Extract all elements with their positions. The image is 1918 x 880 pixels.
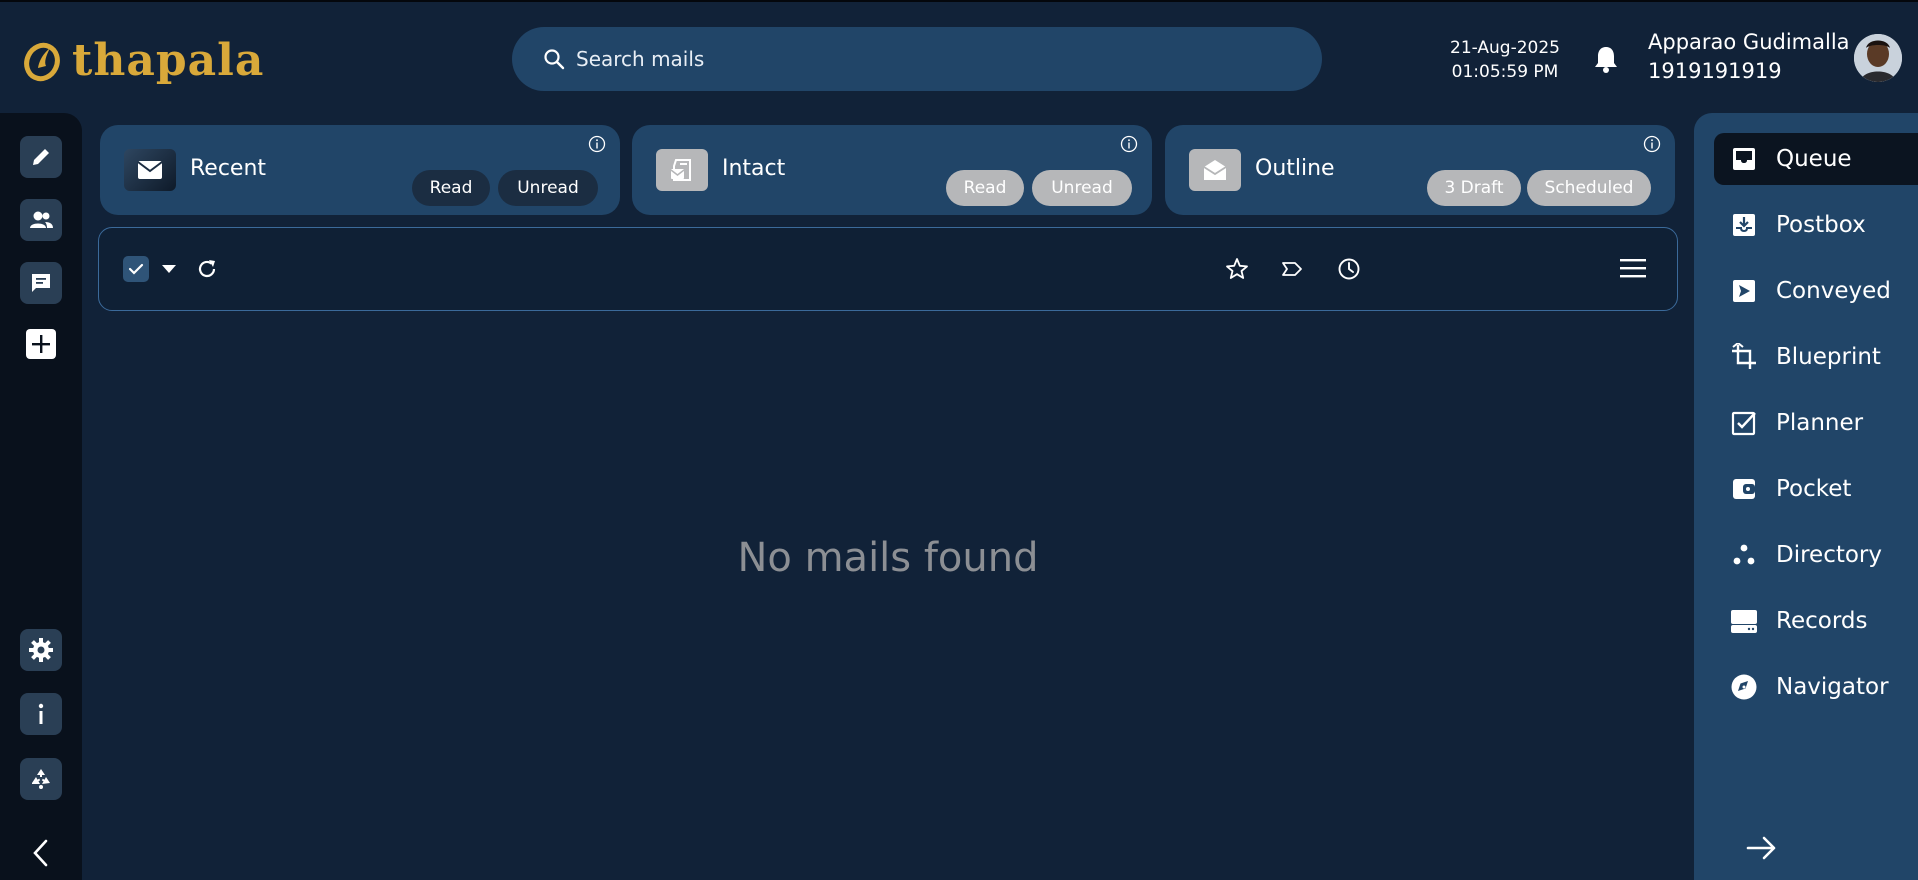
open-envelope-icon xyxy=(1203,160,1227,180)
menu-icon[interactable] xyxy=(1619,256,1647,280)
card-outline-icon-box xyxy=(1189,149,1241,191)
caret-down-icon[interactable] xyxy=(161,264,177,274)
mailbox-icon xyxy=(670,159,691,181)
compass-icon xyxy=(1731,674,1757,700)
send-icon xyxy=(1733,280,1755,302)
dots-icon xyxy=(1733,544,1755,565)
logo-text: thapala xyxy=(72,34,265,86)
drive-icon xyxy=(1731,610,1757,633)
label-icon[interactable] xyxy=(1279,256,1305,282)
outline-draft-pill[interactable]: 3 Draft xyxy=(1427,170,1521,206)
left-rail xyxy=(0,113,82,880)
user-name: Apparao Gudimalla xyxy=(1648,30,1850,54)
pencil-icon xyxy=(33,149,49,165)
top-border xyxy=(0,0,1918,2)
recycle-icon xyxy=(32,769,50,789)
search-icon xyxy=(544,49,565,70)
nav-label-pocket: Pocket xyxy=(1776,476,1852,502)
card-outline-title: Outline xyxy=(1255,156,1335,181)
card-recent-title: Recent xyxy=(190,156,267,181)
app-logo[interactable]: thapala xyxy=(20,34,264,86)
download-box-icon xyxy=(1733,214,1755,236)
nav-label-blueprint: Blueprint xyxy=(1776,344,1881,370)
intact-unread-pill[interactable]: Unread xyxy=(1032,170,1132,206)
avatar[interactable] xyxy=(1854,34,1902,82)
nav-label-navigator: Navigator xyxy=(1776,674,1889,700)
checkmark-icon xyxy=(128,263,144,275)
nav-label-postbox: Postbox xyxy=(1776,212,1866,238)
nav-label-directory: Directory xyxy=(1776,542,1883,568)
star-icon[interactable] xyxy=(1224,256,1250,282)
recent-unread-pill[interactable]: Unread xyxy=(498,170,598,206)
card-outline[interactable]: Outline 3 Draft Scheduled xyxy=(1165,125,1675,215)
logo-icon xyxy=(24,42,60,82)
checkbox-icon xyxy=(1731,411,1756,436)
nav-label-records: Records xyxy=(1776,608,1868,634)
current-date: 21-Aug-2025 xyxy=(1450,38,1560,58)
inbox-icon xyxy=(1733,148,1755,170)
arrow-right-icon[interactable] xyxy=(1744,832,1780,864)
nav-item-conveyed[interactable]: Conveyed xyxy=(1714,265,1918,317)
info-circle-icon[interactable] xyxy=(1120,135,1138,153)
envelope-icon xyxy=(137,161,163,179)
nav-item-directory[interactable]: Directory xyxy=(1714,529,1918,581)
user-info[interactable]: Apparao Gudimalla 1919191919 xyxy=(1648,28,1850,86)
mail-toolbar xyxy=(98,227,1678,311)
chat-button[interactable] xyxy=(20,262,62,304)
chevron-left-icon[interactable] xyxy=(26,836,56,870)
card-intact-icon-box xyxy=(656,149,708,191)
search-bar[interactable] xyxy=(512,27,1322,91)
info-circle-icon[interactable] xyxy=(588,135,606,153)
nav-item-pocket[interactable]: Pocket xyxy=(1714,463,1918,515)
nav-item-postbox[interactable]: Postbox xyxy=(1714,199,1918,251)
nav-item-blueprint[interactable]: Blueprint xyxy=(1714,331,1918,383)
select-all-checkbox[interactable] xyxy=(123,256,149,282)
contacts-button[interactable] xyxy=(20,199,62,241)
card-recent[interactable]: Recent Read Unread xyxy=(100,125,620,215)
add-button[interactable] xyxy=(20,323,62,365)
wallet-icon xyxy=(1733,479,1755,499)
chat-icon xyxy=(32,274,50,292)
recent-read-pill[interactable]: Read xyxy=(412,170,490,206)
user-phone: 1919191919 xyxy=(1648,59,1782,83)
right-nav: Queue Postbox Conveyed Blueprint Planner… xyxy=(1694,113,1918,880)
nav-item-planner[interactable]: Planner xyxy=(1714,397,1918,449)
clock-icon[interactable] xyxy=(1336,256,1362,282)
empty-state-message: No mails found xyxy=(737,535,1039,581)
plus-square-icon xyxy=(26,329,56,359)
info-icon xyxy=(38,703,44,724)
compose-button[interactable] xyxy=(20,136,62,178)
card-intact-title: Intact xyxy=(722,156,786,181)
gear-icon xyxy=(29,638,53,662)
current-time: 01:05:59 PM xyxy=(1451,62,1559,82)
settings-button[interactable] xyxy=(20,629,62,671)
nav-label-conveyed: Conveyed xyxy=(1776,278,1891,304)
people-icon xyxy=(30,211,53,228)
outline-scheduled-pill[interactable]: Scheduled xyxy=(1527,170,1651,206)
bell-icon[interactable] xyxy=(1590,43,1622,75)
avatar-image xyxy=(1854,34,1902,82)
crop-icon xyxy=(1732,343,1756,369)
datetime: 21-Aug-2025 01:05:59 PM xyxy=(1440,36,1570,84)
intact-read-pill[interactable]: Read xyxy=(946,170,1024,206)
nav-label-queue: Queue xyxy=(1776,146,1852,172)
refresh-icon[interactable] xyxy=(195,257,219,281)
info-button[interactable] xyxy=(20,693,62,735)
info-circle-icon[interactable] xyxy=(1643,135,1661,153)
card-intact[interactable]: Intact Read Unread xyxy=(632,125,1152,215)
nav-item-queue[interactable]: Queue xyxy=(1714,133,1918,185)
nav-label-planner: Planner xyxy=(1776,410,1864,436)
search-input[interactable] xyxy=(574,46,1278,72)
recycle-button[interactable] xyxy=(20,758,62,800)
nav-item-navigator[interactable]: Navigator xyxy=(1714,661,1918,713)
card-recent-icon-box xyxy=(124,149,176,191)
nav-item-records[interactable]: Records xyxy=(1714,595,1918,647)
